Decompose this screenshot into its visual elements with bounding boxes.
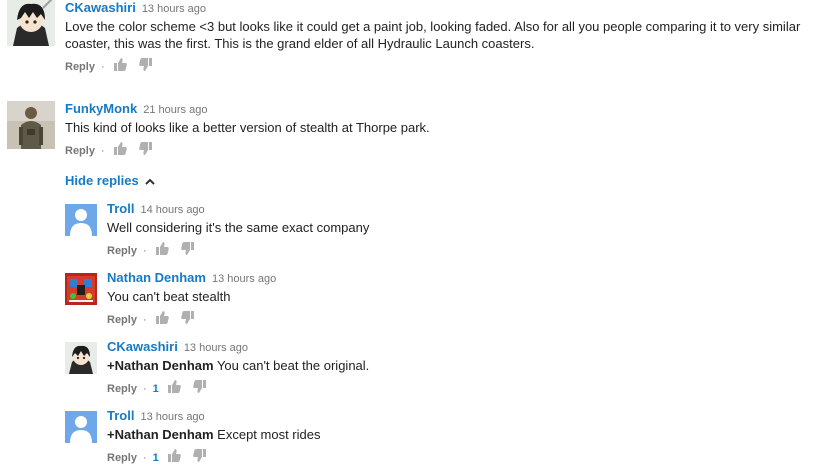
comment-text-line: coaster, this was the first. This is the… (65, 36, 535, 51)
comment-text-body: Except most rides (213, 427, 321, 442)
avatar[interactable] (65, 342, 97, 374)
thumbs-up-icon[interactable] (155, 311, 169, 329)
like-count: 1 (152, 451, 159, 464)
comment-text: +Nathan Denham You can't beat the origin… (107, 357, 807, 374)
comment-time[interactable]: 13 hours ago (184, 342, 248, 354)
comment-text: This kind of looks like a better version… (65, 120, 430, 135)
reply-button[interactable]: Reply (65, 61, 95, 73)
reply-comment: Troll 14 hours ago Well considering it's … (65, 201, 825, 261)
comment-text: You can't beat stealth (107, 289, 231, 304)
comment-time[interactable]: 14 hours ago (140, 204, 204, 216)
avatar[interactable] (65, 273, 97, 305)
reply-button[interactable]: Reply (107, 314, 137, 326)
avatar[interactable] (7, 101, 55, 149)
separator-dot: · (142, 244, 147, 257)
separator-dot: · (142, 451, 147, 464)
reply-comment: Troll 13 hours ago +Nathan Denham Except … (65, 408, 825, 468)
thumbs-down-icon[interactable] (180, 311, 194, 329)
comment-author[interactable]: Troll (107, 201, 134, 216)
comment-text-line: Love the color scheme <3 but looks like … (65, 19, 801, 34)
separator-dot: · (100, 144, 105, 157)
comment-author[interactable]: Troll (107, 408, 134, 423)
reply-button[interactable]: Reply (65, 145, 95, 157)
thumbs-up-icon[interactable] (167, 449, 181, 467)
thumbs-up-icon[interactable] (113, 142, 127, 160)
separator-dot: · (100, 60, 105, 73)
like-count: 1 (152, 382, 159, 395)
chevron-up-icon (144, 178, 155, 185)
comment: FunkyMonk 21 hours ago This kind of looks… (7, 101, 827, 161)
reply-button[interactable]: Reply (107, 452, 137, 464)
reply-comment: CKawashiri 13 hours ago +Nathan Denham Yo… (65, 339, 825, 399)
reply-button[interactable]: Reply (107, 245, 137, 257)
comment: CKawashiri 13 hours ago Love the color sc… (7, 0, 827, 74)
separator-dot: · (142, 313, 147, 326)
avatar[interactable] (7, 0, 55, 46)
thumbs-up-icon[interactable] (155, 242, 169, 260)
avatar[interactable] (65, 411, 97, 443)
comment-text: +Nathan Denham Except most rides (107, 426, 807, 443)
user-mention[interactable]: +Nathan Denham (107, 427, 214, 442)
hide-replies-button[interactable]: Hide replies (65, 173, 155, 188)
comment-time[interactable]: 13 hours ago (142, 3, 206, 15)
thumbs-down-icon[interactable] (180, 242, 194, 260)
comment-text: Love the color scheme <3 but looks like … (65, 18, 825, 52)
comment-text-body: You can't beat the original. (213, 358, 370, 373)
thumbs-down-icon[interactable] (138, 58, 152, 76)
thumbs-up-icon[interactable] (167, 380, 181, 398)
reply-button[interactable]: Reply (107, 383, 137, 395)
avatar[interactable] (65, 204, 97, 236)
thumbs-down-icon[interactable] (193, 380, 206, 398)
hide-replies-label: Hide replies (65, 173, 139, 188)
thumbs-up-icon[interactable] (113, 58, 127, 76)
comment-time[interactable]: 13 hours ago (212, 273, 276, 285)
reply-comment: Nathan Denham 13 hours ago You can't beat… (65, 270, 825, 330)
comment-author[interactable]: CKawashiri (107, 339, 178, 354)
thumbs-down-icon[interactable] (193, 449, 206, 467)
comment-author[interactable]: Nathan Denham (107, 270, 206, 285)
user-mention[interactable]: +Nathan Denham (107, 358, 214, 373)
comment-author[interactable]: CKawashiri (65, 0, 136, 15)
separator-dot: · (142, 382, 147, 395)
thumbs-down-icon[interactable] (138, 142, 152, 160)
comment-author[interactable]: FunkyMonk (65, 101, 137, 116)
comment-text: Well considering it's the same exact com… (107, 220, 370, 235)
comment-time[interactable]: 13 hours ago (140, 411, 204, 423)
comment-time[interactable]: 21 hours ago (143, 104, 207, 116)
